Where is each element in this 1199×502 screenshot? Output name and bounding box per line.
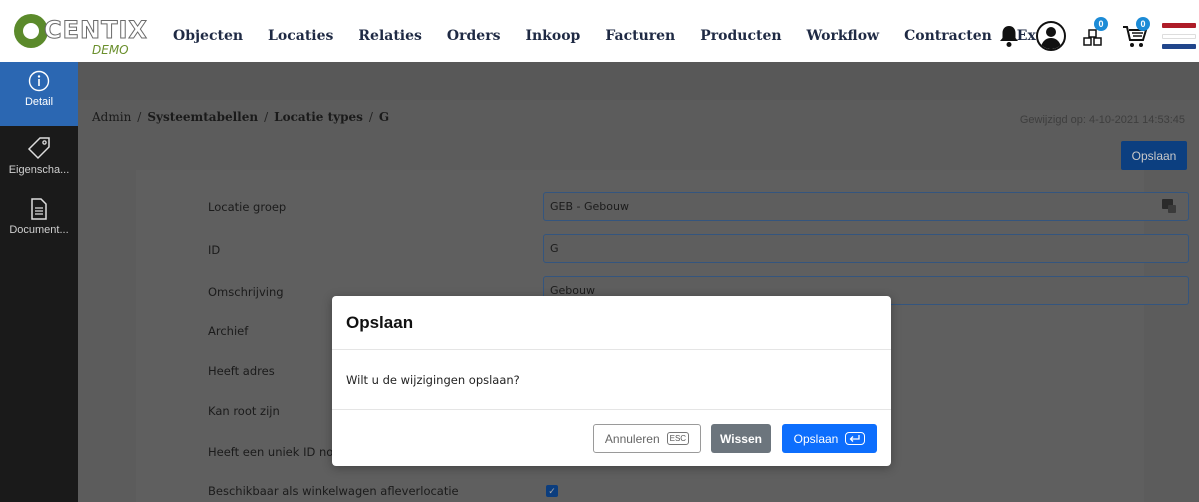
menu-item-orders[interactable]: Orders: [447, 28, 501, 44]
main-top-strip: [78, 62, 1199, 100]
id-value: G: [550, 242, 559, 255]
modified-timestamp: Gewijzigd op: 4-10-2021 14:53:45: [1019, 114, 1185, 126]
locatie-groep-field[interactable]: GEB - Gebouw: [543, 192, 1189, 221]
save-button[interactable]: Opslaan: [1121, 141, 1187, 170]
cancel-button-label: Annuleren: [604, 431, 660, 446]
label-winkelwagen: Beschikbaar als winkelwagen afleverlocat…: [208, 484, 459, 498]
sidebar-item-label: Detail: [24, 96, 54, 108]
sidebar-item-label: Eigenscha...: [8, 164, 70, 176]
dialog-footer: Annuleren ESC Wissen Opslaan: [332, 410, 891, 466]
orders-icon[interactable]: 0: [1076, 17, 1110, 53]
orders-badge: 0: [1094, 17, 1108, 31]
flag-stripe-white: [1162, 33, 1196, 39]
save-dialog: Opslaan Wilt u de wijzigingen opslaan? A…: [332, 296, 891, 466]
logo-mark: [14, 14, 48, 48]
breadcrumb-current: G: [378, 110, 390, 124]
dialog-header: Opslaan: [332, 296, 891, 350]
breadcrumb-systeemtabellen[interactable]: Systeemtabellen: [147, 110, 258, 124]
clear-button-label: Wissen: [720, 431, 762, 446]
logo-brand: CENTIX: [44, 16, 148, 45]
flag-stripe-blue: [1162, 44, 1196, 49]
bell-icon[interactable]: [992, 19, 1026, 53]
main-menu: Objecten Locaties Relaties Orders Inkoop…: [173, 28, 1084, 44]
language-flag-menu-icon[interactable]: [1162, 23, 1196, 49]
menu-item-inkoop[interactable]: Inkoop: [525, 28, 580, 44]
sidebar-item-label: Document...: [9, 224, 69, 236]
enter-key-icon: [845, 432, 866, 445]
label-archief: Archief: [208, 324, 249, 338]
cancel-button[interactable]: Annuleren ESC: [593, 424, 701, 453]
menu-item-contracten[interactable]: Contracten: [904, 28, 992, 44]
breadcrumb-locatie-types[interactable]: Locatie types: [274, 110, 363, 124]
esc-key-icon: ESC: [666, 432, 690, 445]
label-locatie-groep: Locatie groep: [208, 200, 287, 214]
tag-icon: [27, 137, 50, 160]
breadcrumb: Admin / Systeemtabellen / Locatie types / G: [92, 110, 390, 124]
menu-item-facturen[interactable]: Facturen: [605, 28, 675, 44]
label-kan-root-zijn: Kan root zijn: [208, 404, 280, 418]
clear-button[interactable]: Wissen: [711, 424, 771, 453]
label-uniek-id: Heeft een uniek ID nodig: [208, 445, 352, 459]
dialog-message: Wilt u de wijzigingen opslaan?: [346, 372, 520, 387]
lookup-icon[interactable]: [1162, 199, 1176, 213]
dialog-body: Wilt u de wijzigingen opslaan?: [332, 350, 891, 410]
sidebar-item-detail[interactable]: Detail: [0, 62, 78, 126]
label-heeft-adres: Heeft adres: [208, 364, 275, 378]
info-icon: [28, 70, 50, 92]
winkelwagen-checkbox[interactable]: ✓: [546, 485, 558, 497]
confirm-save-button[interactable]: Opslaan: [782, 424, 877, 453]
breadcrumb-admin[interactable]: Admin: [92, 110, 131, 124]
label-omschrijving: Omschrijving: [208, 285, 284, 299]
sidebar: Detail Eigenscha... Document...: [0, 62, 78, 502]
locatie-groep-value: GEB - Gebouw: [550, 200, 629, 213]
id-field[interactable]: G: [543, 234, 1189, 263]
confirm-save-label: Opslaan: [793, 431, 839, 446]
centix-logo[interactable]: CENTIX DEMO: [14, 12, 147, 62]
menu-item-workflow[interactable]: Workflow: [807, 28, 880, 44]
sidebar-item-eigenschappen[interactable]: Eigenscha...: [0, 128, 78, 192]
user-avatar-icon[interactable]: [1034, 19, 1068, 53]
label-id: ID: [208, 243, 221, 257]
top-icon-bar: 0 0: [984, 14, 1199, 58]
document-icon: [31, 198, 47, 220]
cart-icon[interactable]: 0: [1118, 17, 1152, 53]
menu-item-relaties[interactable]: Relaties: [358, 28, 422, 44]
menu-item-locaties[interactable]: Locaties: [268, 28, 333, 44]
sidebar-item-documenten[interactable]: Document...: [0, 190, 78, 254]
menu-item-producten[interactable]: Producten: [700, 28, 781, 44]
logo-demo-label: DEMO: [92, 43, 129, 57]
menu-item-objecten[interactable]: Objecten: [173, 28, 243, 44]
flag-stripe-red: [1162, 23, 1196, 28]
cart-badge: 0: [1136, 17, 1150, 31]
dialog-title: Opslaan: [346, 312, 414, 332]
